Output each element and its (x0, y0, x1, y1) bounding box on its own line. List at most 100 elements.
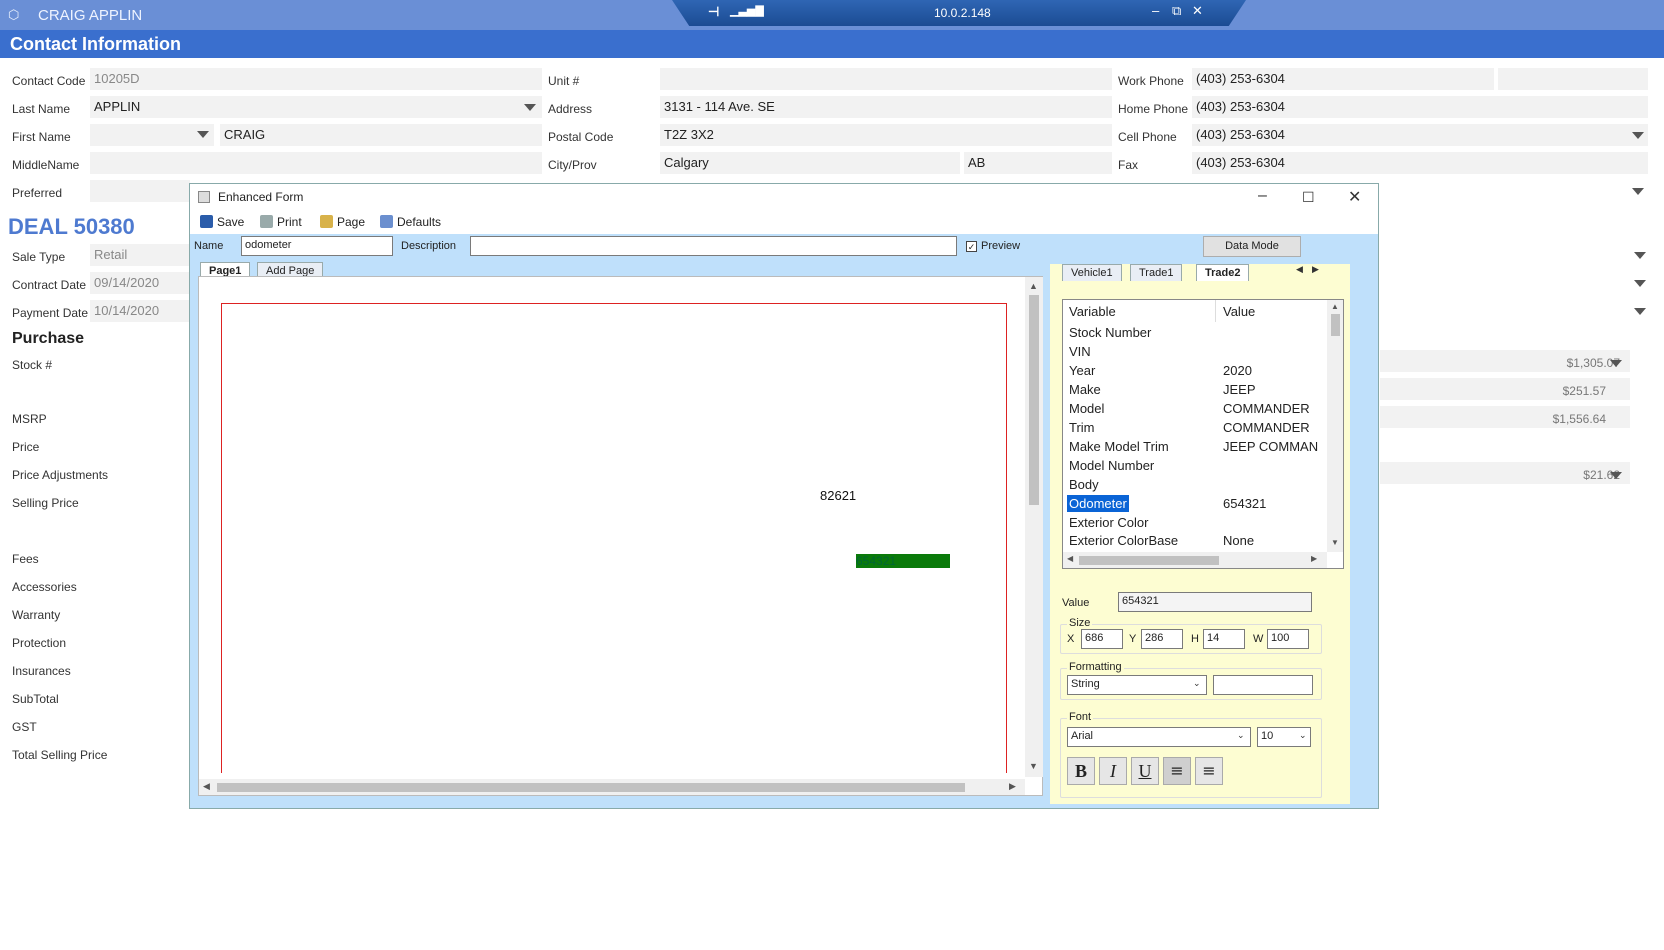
chevron-down-icon[interactable] (1610, 472, 1622, 479)
restore-icon[interactable]: ⧉ (1172, 3, 1181, 19)
horizontal-scrollbar[interactable]: ◀ ▶ (199, 779, 1025, 795)
grid-vertical-scrollbar[interactable]: ▲ ▼ (1327, 300, 1343, 552)
scroll-thumb[interactable] (217, 783, 965, 792)
scroll-down-icon[interactable]: ▼ (1331, 538, 1339, 547)
maximize-icon[interactable]: ☐ (1302, 189, 1315, 206)
italic-button[interactable]: I (1099, 757, 1127, 785)
chevron-down-icon[interactable] (524, 104, 536, 111)
minimize-icon[interactable]: – (1152, 3, 1159, 18)
variable-grid[interactable]: Variable Value Stock Number VIN Year 202… (1062, 299, 1344, 569)
scroll-up-icon[interactable]: ▲ (1331, 302, 1339, 311)
grid-horizontal-scrollbar[interactable]: ◀ ▶ (1063, 552, 1327, 568)
scroll-thumb[interactable] (1079, 556, 1219, 565)
preferred-field[interactable] (90, 180, 190, 202)
canvas-text-field[interactable]: 82621 (820, 488, 856, 503)
chevron-down-icon[interactable]: ⌄ (1237, 730, 1245, 741)
scroll-up-icon[interactable]: ▲ (1029, 281, 1038, 291)
chevron-down-icon[interactable] (1632, 188, 1644, 195)
preview-checkbox[interactable]: ✓ Preview (966, 240, 1020, 252)
align-left-icon[interactable]: ≡ (1163, 757, 1191, 785)
grid-row[interactable]: Year (1069, 363, 1095, 378)
grid-row[interactable]: VIN (1069, 344, 1091, 359)
grid-row-value[interactable]: JEEP COMMAN (1223, 439, 1318, 454)
home-phone-field[interactable]: (403) 253-6304 (1192, 96, 1648, 118)
chevron-down-icon[interactable] (1632, 132, 1644, 139)
minimize-icon[interactable]: – (1258, 187, 1267, 205)
grid-row-value[interactable]: COMMANDER (1223, 420, 1310, 435)
tab-scroll-left-icon[interactable]: ◀ (1296, 264, 1303, 275)
page-button[interactable]: Page (320, 215, 365, 229)
first-name-field[interactable]: CRAIG (220, 124, 542, 146)
canvas-selected-field[interactable]: 654321 (856, 554, 950, 568)
grid-row[interactable]: Make Model Trim (1069, 439, 1169, 454)
remote-session-bar[interactable]: ⊣ ▁▃▅▇ 10.0.2.148 – ⧉ ✕ (672, 0, 1246, 26)
chevron-down-icon[interactable] (197, 131, 209, 138)
scroll-right-icon[interactable]: ▶ (1009, 781, 1016, 792)
last-name-field[interactable]: APPLIN (90, 96, 542, 118)
w-input[interactable]: 100 (1267, 629, 1309, 649)
font-family-select[interactable]: Arial (1067, 727, 1251, 747)
grid-row-value[interactable]: JEEP (1223, 382, 1256, 397)
chevron-down-icon[interactable]: ⌄ (1299, 730, 1307, 741)
format-extra-input[interactable] (1213, 675, 1313, 695)
work-phone-ext-field[interactable] (1498, 68, 1648, 90)
cell-phone-field[interactable]: (403) 253-6304 (1192, 124, 1648, 146)
grid-row-value[interactable]: 2020 (1223, 363, 1252, 378)
grid-row-value[interactable]: None (1223, 533, 1254, 545)
x-input[interactable]: 686 (1081, 629, 1123, 649)
tab-vehicle1[interactable]: Vehicle1 (1062, 264, 1122, 281)
grid-row[interactable]: Trim (1069, 420, 1095, 435)
city-field[interactable]: Calgary (660, 152, 960, 174)
scroll-thumb[interactable] (1331, 314, 1340, 336)
scroll-down-icon[interactable]: ▼ (1029, 761, 1038, 771)
grid-row[interactable]: Exterior ColorBase (1069, 533, 1178, 545)
tab-trade2[interactable]: Trade2 (1196, 264, 1250, 281)
name-input[interactable]: odometer (241, 236, 393, 256)
province-field[interactable]: AB (964, 152, 1112, 174)
grid-row[interactable]: Model Number (1069, 458, 1154, 473)
work-phone-field[interactable]: (403) 253-6304 (1192, 68, 1494, 90)
y-input[interactable]: 286 (1141, 629, 1183, 649)
vertical-scrollbar[interactable]: ▲ ▼ (1025, 277, 1043, 777)
pin-icon[interactable]: ⊣ (708, 4, 719, 20)
payment-date-field[interactable]: 10/14/2020 (90, 300, 190, 322)
align-right-icon[interactable]: ≡ (1195, 757, 1223, 785)
grid-row[interactable]: Model (1069, 401, 1104, 416)
format-select[interactable]: String (1067, 675, 1207, 695)
sale-type-field[interactable]: Retail (90, 244, 190, 266)
postal-code-field[interactable]: T2Z 3X2 (660, 124, 1112, 146)
unit-field[interactable] (660, 68, 1112, 90)
grid-row[interactable]: Body (1069, 477, 1099, 492)
bold-button[interactable]: B (1067, 757, 1095, 785)
grid-row-selected[interactable]: Odometer (1067, 495, 1129, 512)
chevron-down-icon[interactable] (1610, 360, 1622, 367)
close-icon[interactable]: ✕ (1192, 3, 1203, 19)
form-canvas[interactable]: 82621 654321 ▲ ▼ ◀ ▶ (198, 276, 1043, 796)
contact-code-field[interactable]: 10205D (90, 68, 542, 90)
grid-row-value[interactable]: COMMANDER (1223, 401, 1310, 416)
underline-button[interactable]: U (1131, 757, 1159, 785)
print-button[interactable]: Print (260, 215, 302, 229)
chevron-down-icon[interactable] (1634, 280, 1646, 287)
chevron-down-icon[interactable] (1634, 252, 1646, 259)
grid-row-value[interactable]: 654321 (1223, 496, 1266, 511)
scroll-thumb[interactable] (1029, 295, 1039, 505)
scroll-left-icon[interactable]: ◀ (1067, 554, 1073, 563)
tab-scroll-right-icon[interactable]: ▶ (1312, 264, 1319, 275)
salutation-select[interactable] (90, 124, 214, 146)
defaults-button[interactable]: Defaults (380, 215, 441, 229)
contract-date-field[interactable]: 09/14/2020 (90, 272, 190, 294)
grid-header-value[interactable]: Value (1223, 304, 1255, 319)
data-mode-button[interactable]: Data Mode (1203, 236, 1301, 257)
middle-name-field[interactable] (90, 152, 542, 174)
fax-field[interactable]: (403) 253-6304 (1192, 152, 1648, 174)
scroll-right-icon[interactable]: ▶ (1311, 554, 1317, 563)
chevron-down-icon[interactable] (1634, 308, 1646, 315)
grid-row[interactable]: Exterior Color (1069, 515, 1148, 530)
save-button[interactable]: Save (200, 215, 244, 229)
scroll-left-icon[interactable]: ◀ (203, 781, 210, 792)
grid-row[interactable]: Make (1069, 382, 1101, 397)
tab-trade1[interactable]: Trade1 (1130, 264, 1183, 281)
address-field[interactable]: 3131 - 114 Ave. SE (660, 96, 1112, 118)
grid-header-variable[interactable]: Variable (1069, 304, 1116, 319)
